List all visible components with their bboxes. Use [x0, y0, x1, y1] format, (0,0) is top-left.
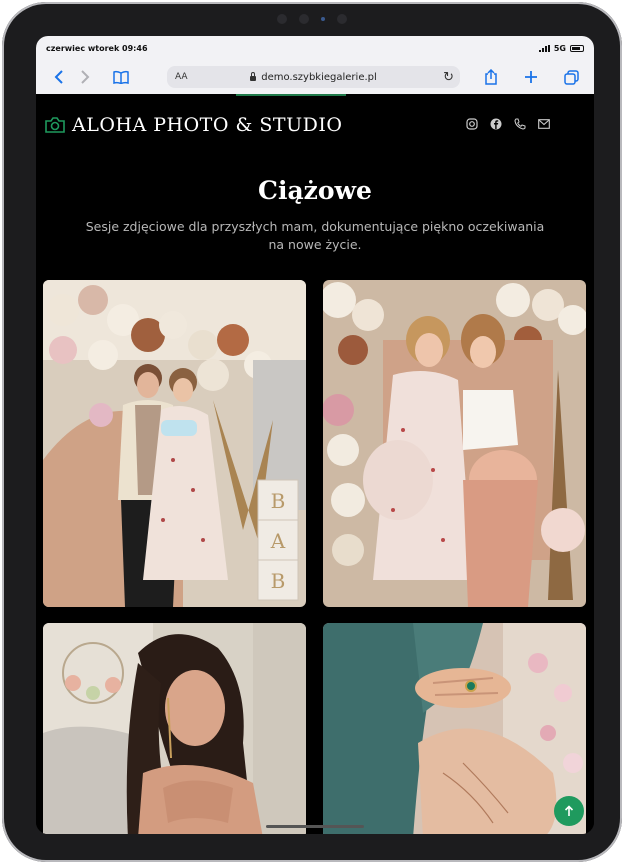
logo-text: ALOHA PHOTO & STUDIO: [72, 114, 343, 136]
photo-belly-closeup-image: [323, 623, 586, 834]
tabs-icon[interactable]: [558, 64, 584, 90]
network-label: 5G: [553, 43, 566, 53]
tablet-frame: czerwiec wtorek 09:46 5G AA demo.szybkie…: [2, 2, 622, 862]
photo-two-women-balloons-image: [323, 280, 586, 607]
website: ALOHA PHOTO & STUDIO Ciążowe Sesje zdjęc…: [36, 94, 594, 834]
svg-text:B: B: [271, 489, 286, 513]
battery-icon: [570, 44, 584, 52]
status-datetime: czerwiec wtorek 09:46: [46, 43, 148, 53]
scroll-to-top-button[interactable]: [554, 796, 584, 826]
screen: czerwiec wtorek 09:46 5G AA demo.szybkie…: [36, 36, 594, 834]
bookmarks-icon[interactable]: [108, 64, 134, 90]
url-text: demo.szybkiegalerie.pl: [261, 71, 377, 83]
top-accent-line: [236, 94, 346, 96]
photo-two-women-balloons[interactable]: [323, 280, 586, 607]
svg-text:A: A: [270, 529, 286, 553]
menu-icon[interactable]: [566, 118, 578, 130]
header-nav: [466, 118, 578, 130]
browser-toolbar: AA demo.szybkiegalerie.pl ↻: [36, 60, 594, 94]
photo-belly-closeup[interactable]: [323, 623, 586, 834]
arrow-up-icon: [564, 805, 574, 816]
back-icon[interactable]: [46, 64, 72, 90]
logo[interactable]: ALOHA PHOTO & STUDIO: [44, 114, 342, 136]
lock-icon: [250, 71, 257, 81]
page-subtitle: Sesje zdjęciowe dla przyszłych mam, doku…: [85, 219, 545, 252]
instagram-icon[interactable]: [466, 118, 478, 130]
mail-icon[interactable]: [538, 118, 550, 130]
photo-woman-portrait-image: [43, 623, 306, 834]
status-bar: czerwiec wtorek 09:46 5G: [36, 36, 594, 60]
home-indicator: [266, 825, 364, 828]
signal-icon: [538, 44, 550, 52]
page-title: Ciążowe: [258, 176, 372, 205]
site-header: ALOHA PHOTO & STUDIO: [36, 112, 594, 142]
text-size-button[interactable]: AA: [175, 72, 188, 82]
reload-icon[interactable]: ↻: [443, 70, 454, 85]
share-icon[interactable]: [478, 64, 504, 90]
camera-bar: [257, 14, 367, 24]
facebook-icon[interactable]: [490, 118, 502, 130]
svg-text:B: B: [271, 569, 286, 593]
new-tab-icon[interactable]: [518, 64, 544, 90]
phone-icon[interactable]: [514, 118, 526, 130]
photo-woman-portrait[interactable]: [43, 623, 306, 834]
forward-icon[interactable]: [72, 64, 98, 90]
photo-couple-balloons-image: B A B: [43, 280, 306, 607]
photo-couple-balloons[interactable]: B A B: [43, 280, 306, 607]
address-bar[interactable]: AA demo.szybkiegalerie.pl ↻: [167, 66, 460, 88]
camera-icon: [45, 117, 65, 133]
